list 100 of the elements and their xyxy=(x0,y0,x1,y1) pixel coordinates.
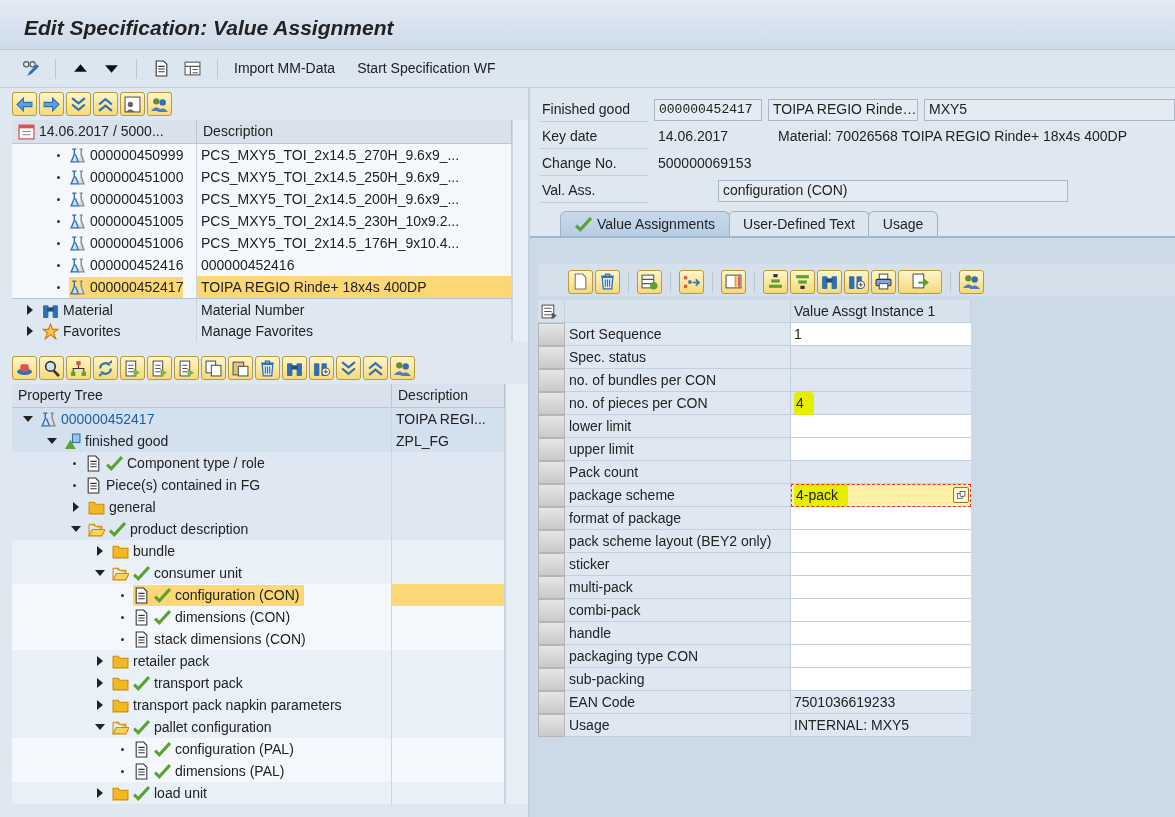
tree-node[interactable]: Piece(s) contained in FG xyxy=(85,474,265,496)
tree-node[interactable]: Component type / role xyxy=(85,452,269,474)
node-label: transport pack napkin parameters xyxy=(133,695,342,715)
value-field[interactable] xyxy=(791,553,971,576)
expand-arrow-icon[interactable] xyxy=(97,678,103,688)
tree-row[interactable]: pallet configuration xyxy=(12,716,505,738)
tree-row[interactable]: bundle xyxy=(12,540,505,562)
tree-row[interactable]: configuration (PAL) xyxy=(12,738,505,760)
tree-row[interactable]: dimensions (CON) xyxy=(12,606,505,628)
property-label: packaging type CON xyxy=(565,645,791,668)
star-icon xyxy=(42,322,59,340)
list-row[interactable]: 000000451006 PCS_MXY5_TOI_2x14.5_176H_9x10.4... xyxy=(12,232,512,254)
tree-row[interactable]: dimensions (PAL) xyxy=(12,760,505,782)
toolbar-button[interactable] xyxy=(871,269,896,294)
list-item[interactable]: 000000452416 xyxy=(69,254,184,276)
tree-node[interactable]: stack dimensions (CON) xyxy=(133,628,310,650)
list-item[interactable]: 000000451003 xyxy=(69,188,184,210)
expand-arrow-icon[interactable] xyxy=(97,656,103,666)
tree-node-label[interactable]: Favorites xyxy=(63,320,121,342)
value-field[interactable] xyxy=(791,645,971,668)
list-row[interactable]: 000000451003 PCS_MXY5_TOI_2x14.5_200H_9.6x9_... xyxy=(12,188,512,210)
tree-node[interactable]: configuration (CON) xyxy=(133,584,304,606)
tree-row[interactable]: configuration (CON) xyxy=(12,584,505,606)
tree-row[interactable]: stack dimensions (CON) xyxy=(12,628,505,650)
tree-row[interactable]: transport pack napkin parameters xyxy=(12,694,505,716)
list-item[interactable]: 000000450999 xyxy=(69,144,184,166)
collapse-arrow-icon[interactable] xyxy=(95,724,105,730)
collapse-arrow-icon[interactable] xyxy=(23,416,33,422)
tree-row[interactable]: consumer unit xyxy=(12,562,505,584)
tree-node[interactable]: finished good xyxy=(64,430,173,452)
tree-node[interactable]: transport pack xyxy=(112,672,247,694)
tree-row[interactable]: retailer pack xyxy=(12,650,505,672)
collapse-arrow-icon[interactable] xyxy=(71,526,81,532)
list-item[interactable]: 000000452417 xyxy=(69,276,184,298)
tab[interactable]: Value Assignments xyxy=(560,211,731,236)
tree-node[interactable]: load unit xyxy=(112,782,211,804)
value-help-button[interactable] xyxy=(953,487,969,503)
list-row[interactable]: 000000452416 000000452416 xyxy=(12,254,512,276)
tab[interactable]: Usage xyxy=(867,211,939,236)
list-row[interactable]: 000000452417 TOIPA REGIO Rinde+ 18x4s 400DP xyxy=(12,276,512,298)
column-header[interactable]: Property Tree xyxy=(12,384,392,407)
toolbar-button[interactable] xyxy=(817,269,842,294)
value-field[interactable]: 1 xyxy=(791,323,971,346)
column-header[interactable]: 14.06.2017 / 5000... xyxy=(12,120,197,143)
expand-arrow-icon[interactable] xyxy=(73,502,79,512)
flask-icon xyxy=(69,212,86,230)
tree-node[interactable]: product description xyxy=(88,518,253,540)
users-icon xyxy=(151,95,168,113)
bullet-icon xyxy=(121,615,124,619)
expand-arrow-icon[interactable] xyxy=(97,700,103,710)
expand-arrow-icon[interactable] xyxy=(27,305,33,315)
double-chevron-down-icon xyxy=(340,359,357,377)
collapse-arrow-icon[interactable] xyxy=(47,438,57,444)
tree-node[interactable]: retailer pack xyxy=(112,650,214,672)
list-row[interactable]: 000000450999 PCS_MXY5_TOI_2x14.5_270H_9.6x9_... xyxy=(12,144,512,166)
tree-node[interactable]: 000000452417 xyxy=(40,408,159,430)
tree-node[interactable]: consumer unit xyxy=(112,562,246,584)
value-field[interactable]: 4-pack xyxy=(791,484,971,507)
toolbar-button[interactable]: Import MM-Data xyxy=(230,56,340,81)
value-field[interactable] xyxy=(791,576,971,599)
tree-node[interactable]: general xyxy=(88,496,160,518)
toolbar-button[interactable]: Start Specification WF xyxy=(353,56,500,81)
tree-node[interactable]: dimensions (PAL) xyxy=(133,760,289,782)
tree-node[interactable]: pallet configuration xyxy=(112,716,276,738)
value-field[interactable] xyxy=(791,622,971,645)
value-field[interactable] xyxy=(791,415,971,438)
scrollbar[interactable] xyxy=(505,384,528,804)
bullet-icon xyxy=(57,219,60,223)
list-item[interactable]: 000000451000 xyxy=(69,166,184,188)
toolbar-button[interactable] xyxy=(282,356,307,380)
toolbar-button[interactable] xyxy=(228,356,253,380)
expand-arrow-icon[interactable] xyxy=(97,546,103,556)
tree-row[interactable]: finished good ZPL_FG xyxy=(12,430,505,452)
tree-row[interactable]: load unit xyxy=(12,782,505,804)
value-field[interactable] xyxy=(791,530,971,553)
list-item[interactable]: 000000451006 xyxy=(69,232,184,254)
toolbar-button[interactable] xyxy=(39,356,64,380)
column-header[interactable]: Value Assgt Instance 1 xyxy=(791,300,971,323)
toolbar-button[interactable] xyxy=(637,269,662,294)
collapse-arrow-icon[interactable] xyxy=(95,570,105,576)
tree-node-label[interactable]: Material xyxy=(63,299,113,321)
expand-arrow-icon[interactable] xyxy=(27,326,33,336)
tree-node[interactable]: configuration (PAL) xyxy=(133,738,298,760)
tree-row[interactable]: transport pack xyxy=(12,672,505,694)
value-field[interactable] xyxy=(791,438,971,461)
value-field[interactable] xyxy=(791,599,971,622)
list-row[interactable]: 000000451000 PCS_MXY5_TOI_2x14.5_250H_9.6x9_... xyxy=(12,166,512,188)
tree-node[interactable]: dimensions (CON) xyxy=(133,606,295,628)
tree-node[interactable]: transport pack napkin parameters xyxy=(112,694,346,716)
expand-arrow-icon[interactable] xyxy=(97,788,103,798)
list-item[interactable]: 000000451005 xyxy=(69,210,184,232)
list-row[interactable]: 000000451005 PCS_MXY5_TOI_2x14.5_230H_10x9.2... xyxy=(12,210,512,232)
tree-node[interactable]: bundle xyxy=(112,540,180,562)
value-field[interactable] xyxy=(791,507,971,530)
field-label: Finished good xyxy=(540,97,648,122)
toolbar-button[interactable] xyxy=(66,356,91,380)
node-label: pallet configuration xyxy=(154,717,272,737)
scrollbar[interactable] xyxy=(512,120,528,342)
value-field[interactable] xyxy=(791,668,971,691)
tree-row[interactable]: 000000452417 TOIPA REGI... xyxy=(12,408,505,430)
